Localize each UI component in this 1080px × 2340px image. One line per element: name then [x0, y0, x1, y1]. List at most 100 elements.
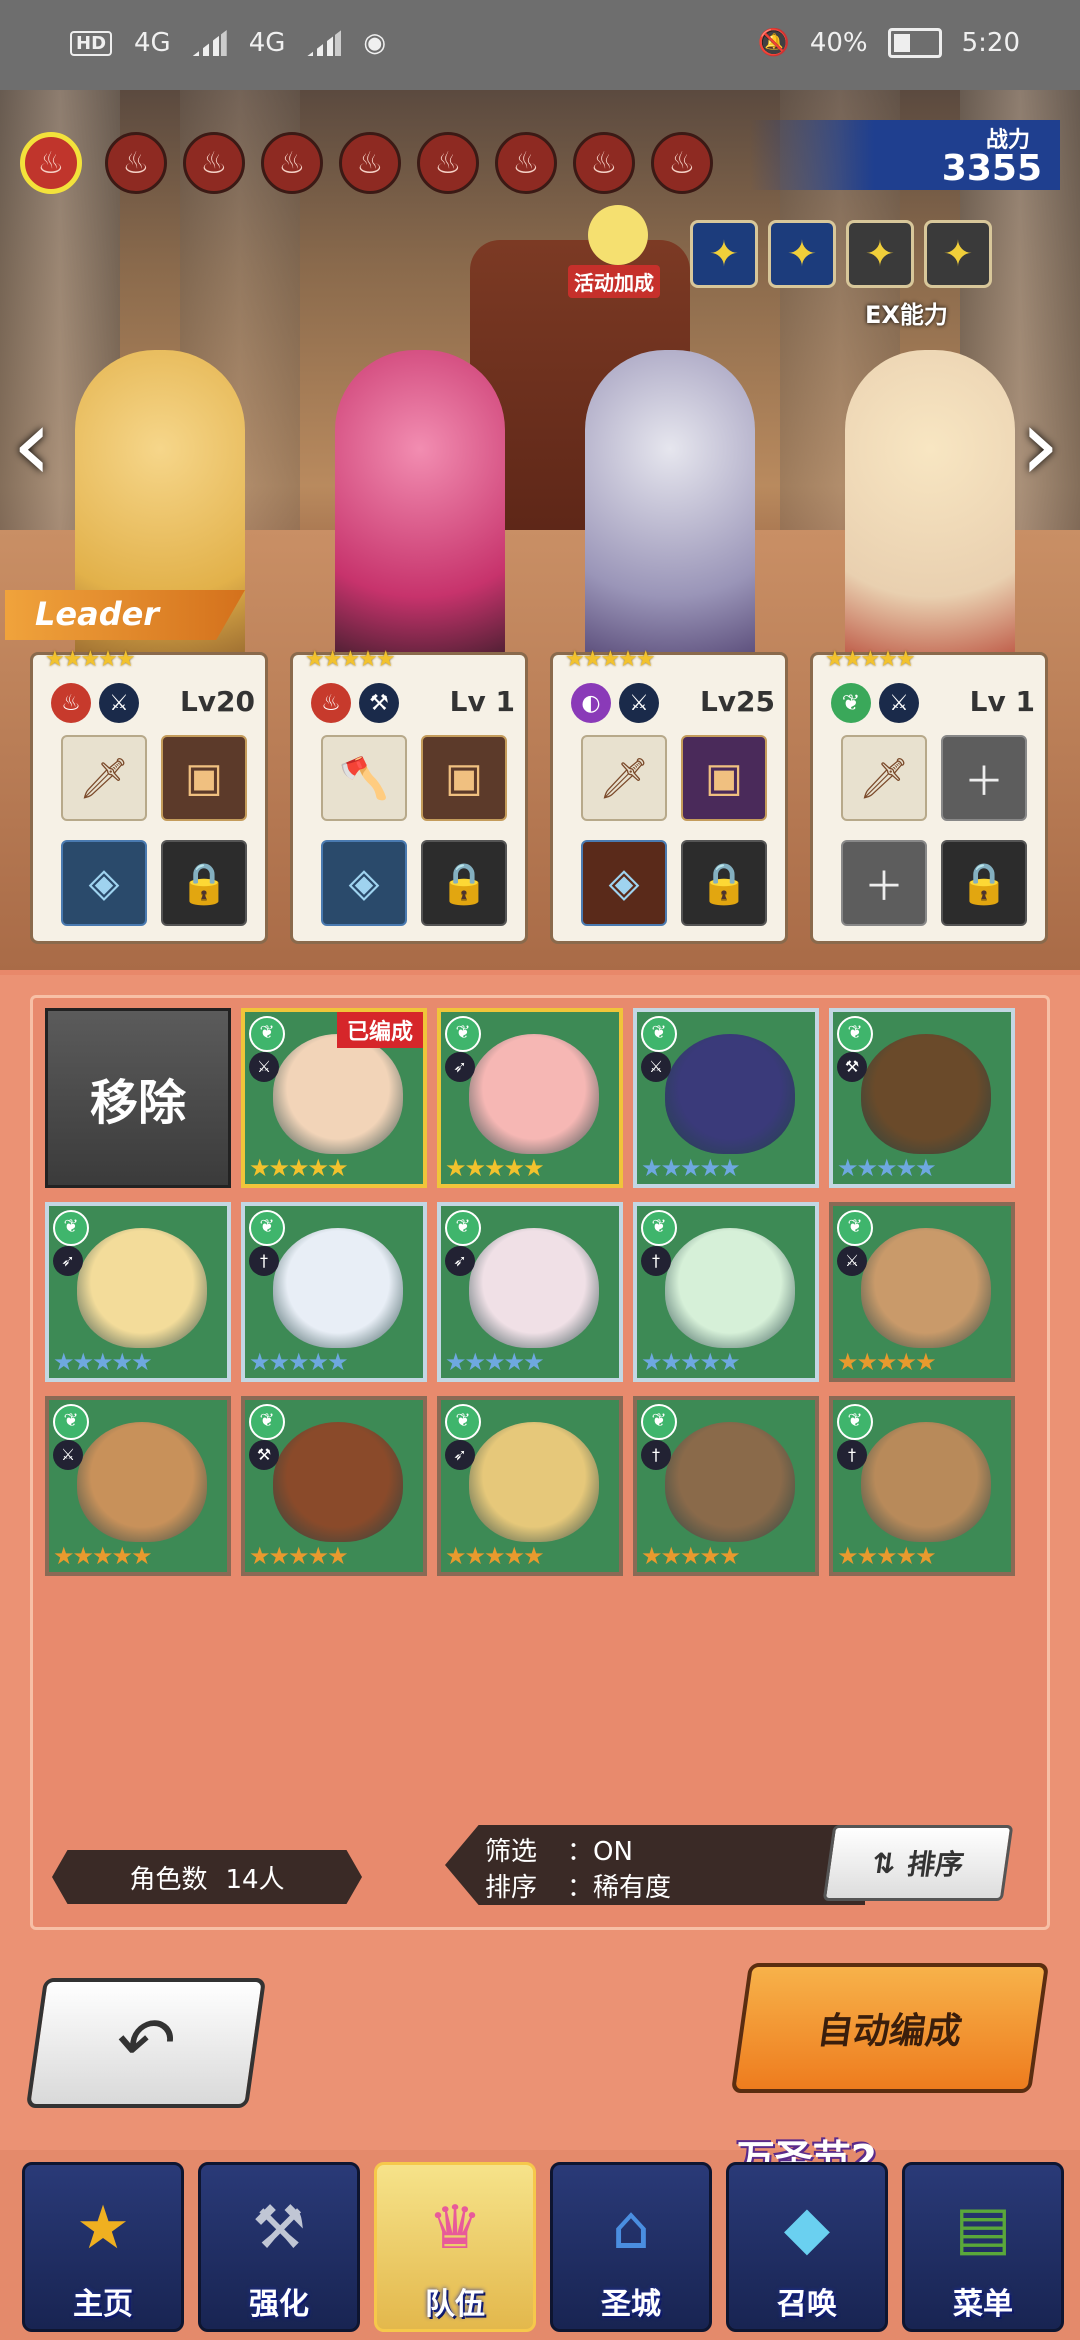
- weapon-type-icon: ⚔: [249, 1052, 279, 1082]
- team-slot-card[interactable]: ★★★★★ ♨ ⚒ Lv 1 🪓 ▣ ◈ 🔒: [290, 647, 528, 944]
- weapon-type-icon: ➶: [445, 1052, 475, 1082]
- filter-value: ：ON: [567, 1837, 633, 1867]
- roster-unit[interactable]: ❦ ⚔ ★★★★★ 已编成: [241, 1008, 427, 1188]
- rarity-stars: ★★★★★: [249, 1542, 349, 1570]
- character-count: 角色数 14人: [52, 1850, 362, 1904]
- weapon-type-icon: ➶: [445, 1440, 475, 1470]
- weapon-type-icon: †: [249, 1246, 279, 1276]
- power-value: 3355: [941, 148, 1042, 189]
- unit-portrait: [861, 1034, 991, 1154]
- nav-summon[interactable]: ◆ 召唤: [726, 2162, 888, 2332]
- shadow-element-icon: ◐: [571, 683, 611, 723]
- roster-unit[interactable]: ❦ ⚔ ★★★★★: [829, 1202, 1015, 1382]
- dragon-slot[interactable]: ◈: [581, 840, 667, 926]
- roster-unit[interactable]: ❦ † ★★★★★: [633, 1396, 819, 1576]
- roster-unit[interactable]: ❦ † ★★★★★: [241, 1202, 427, 1382]
- signal-icon: [192, 30, 227, 56]
- wyrmprint-slot[interactable]: ▣: [421, 735, 507, 821]
- dragon-slot[interactable]: ◈: [321, 840, 407, 926]
- roster-unit[interactable]: ❦ ➶ ★★★★★: [437, 1008, 623, 1188]
- team-slot-card[interactable]: ★★★★★ ◐ ⚔ Lv25 🗡 ▣ ◈ 🔒: [550, 647, 788, 944]
- roster-unit[interactable]: ❦ ➶ ★★★★★: [437, 1202, 623, 1382]
- add-wyrmprint-icon[interactable]: ＋: [941, 735, 1027, 821]
- unit-portrait: [861, 1422, 991, 1542]
- weapon-slot[interactable]: 🗡: [841, 735, 927, 821]
- character-sprite[interactable]: [845, 350, 1015, 680]
- level-label: Lv 1: [969, 685, 1035, 718]
- fire-element-filter-icon[interactable]: ♨: [261, 132, 323, 194]
- fire-element-filter-icon[interactable]: ♨: [651, 132, 713, 194]
- roster-unit[interactable]: ❦ ➶ ★★★★★: [437, 1396, 623, 1576]
- wind-element-icon: ❦: [53, 1404, 89, 1440]
- nav-label: 召唤: [777, 2287, 837, 2322]
- ex-ability-icon[interactable]: ✦: [924, 220, 992, 288]
- weapon-type-icon: ⚔: [53, 1440, 83, 1470]
- previous-team-arrow-icon[interactable]: ‹: [12, 390, 62, 500]
- back-button[interactable]: ↶: [25, 1978, 267, 2108]
- sort-label: 排序: [485, 1873, 538, 1903]
- weapon-slot[interactable]: 🪓: [321, 735, 407, 821]
- remove-button[interactable]: 移除: [45, 1008, 231, 1188]
- weapon-type-icon: ⚒: [249, 1440, 279, 1470]
- unit-portrait: [665, 1422, 795, 1542]
- filter-sort-info[interactable]: 筛选 ：ON 排序 ：稀有度: [445, 1825, 865, 1905]
- ex-ability-label: EX能力: [865, 301, 948, 329]
- wyrmprint-slot[interactable]: ▣: [161, 735, 247, 821]
- auto-assemble-button[interactable]: 自动编成: [730, 1963, 1050, 2093]
- unit-portrait: [469, 1422, 599, 1542]
- sword-weapon-icon: ⚔: [99, 683, 139, 723]
- character-sprite[interactable]: [335, 350, 505, 680]
- wind-element-icon: ❦: [445, 1404, 481, 1440]
- weapon-type-icon: ⚔: [837, 1246, 867, 1276]
- character-sprite[interactable]: [585, 350, 755, 680]
- weapon-type-icon: †: [641, 1246, 671, 1276]
- roster-unit[interactable]: ❦ ⚔ ★★★★★: [45, 1396, 231, 1576]
- fire-element-filter-icon[interactable]: ♨: [105, 132, 167, 194]
- weapon-slot[interactable]: 🗡: [581, 735, 667, 821]
- wind-element-icon: ❦: [249, 1016, 285, 1052]
- weapon-type-icon: †: [641, 1440, 671, 1470]
- fire-element-filter-icon[interactable]: ♨: [339, 132, 401, 194]
- roster-unit[interactable]: ❦ † ★★★★★: [829, 1396, 1015, 1576]
- nav-label: 强化: [249, 2287, 309, 2322]
- unit-portrait: [665, 1228, 795, 1348]
- unit-portrait: [273, 1422, 403, 1542]
- roster-unit[interactable]: ❦ ➶ ★★★★★: [45, 1202, 231, 1382]
- sort-button[interactable]: ⇅ 排序: [822, 1825, 1014, 1901]
- count-value: 14人: [225, 1864, 285, 1895]
- team-slot-card[interactable]: ★★★★★ ❦ ⚔ Lv 1 🗡 ＋ ＋ 🔒: [810, 647, 1048, 944]
- hd-icon: HD: [70, 30, 113, 56]
- ex-ability-icon[interactable]: ✦: [768, 220, 836, 288]
- nav-home[interactable]: ★ 主页: [22, 2162, 184, 2332]
- next-team-arrow-icon[interactable]: ›: [1020, 390, 1070, 500]
- wyrmprint-slot[interactable]: ▣: [681, 735, 767, 821]
- hammer-icon: ⚒: [252, 2193, 306, 2263]
- nav-castle[interactable]: ⌂ 圣城: [550, 2162, 712, 2332]
- nav-team[interactable]: ♛ 队伍: [374, 2162, 536, 2332]
- ex-ability-icon[interactable]: ✦: [690, 220, 758, 288]
- roster-unit[interactable]: ❦ ⚔ ★★★★★: [633, 1008, 819, 1188]
- lock-icon: 🔒: [421, 840, 507, 926]
- ex-ability-icon[interactable]: ✦: [846, 220, 914, 288]
- fire-element-filter-icon[interactable]: ♨: [573, 132, 635, 194]
- roster-unit[interactable]: ❦ † ★★★★★: [633, 1202, 819, 1382]
- add-dragon-icon[interactable]: ＋: [841, 840, 927, 926]
- fire-element-filter-icon[interactable]: ♨: [495, 132, 557, 194]
- fire-element-filter-icon[interactable]: ♨: [20, 132, 82, 194]
- wind-element-icon: ❦: [837, 1210, 873, 1246]
- dragon-slot[interactable]: ◈: [61, 840, 147, 926]
- fire-element-filter-icon[interactable]: ♨: [417, 132, 479, 194]
- event-boost[interactable]: 活动加成: [568, 205, 678, 298]
- wind-element-icon: ❦: [641, 1210, 677, 1246]
- lock-icon: 🔒: [941, 840, 1027, 926]
- nav-enhance[interactable]: ⚒ 强化: [198, 2162, 360, 2332]
- battery-icon: [887, 28, 942, 58]
- wind-element-icon: ❦: [837, 1016, 873, 1052]
- weapon-slot[interactable]: 🗡: [61, 735, 147, 821]
- roster-unit[interactable]: ❦ ⚒ ★★★★★: [829, 1008, 1015, 1188]
- fire-element-filter-icon[interactable]: ♨: [183, 132, 245, 194]
- sort-button-label: 排序: [905, 1848, 966, 1881]
- team-slot-card[interactable]: ★★★★★ ♨ ⚔ Lv20 🗡 ▣ ◈ 🔒: [30, 647, 268, 944]
- roster-unit[interactable]: ❦ ⚒ ★★★★★: [241, 1396, 427, 1576]
- nav-menu[interactable]: ▤ 菜单: [902, 2162, 1064, 2332]
